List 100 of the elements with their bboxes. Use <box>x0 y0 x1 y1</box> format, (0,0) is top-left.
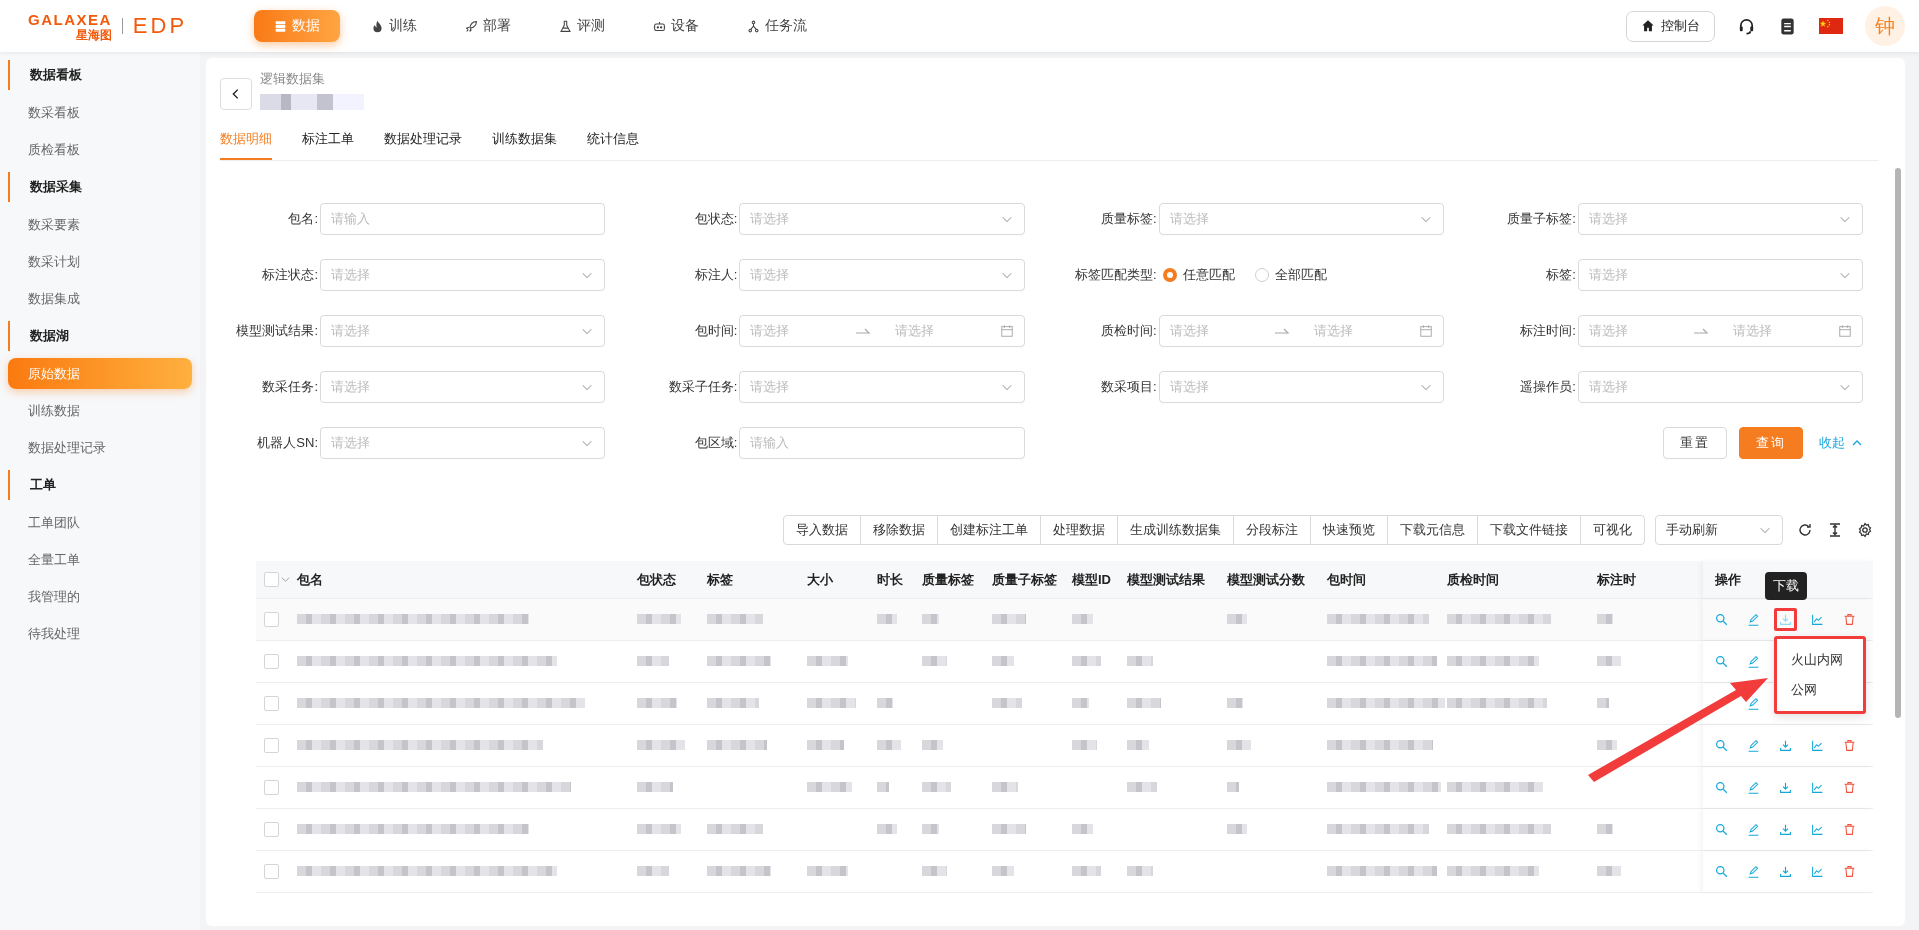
content-tab[interactable]: 统计信息 <box>587 122 639 160</box>
edit-icon[interactable] <box>1747 739 1760 752</box>
sidebar-item[interactable]: 工单团队 <box>8 507 192 538</box>
nav-tab[interactable]: 设备 <box>636 10 716 42</box>
row-checkbox[interactable] <box>264 822 279 837</box>
toolbar-button[interactable]: 快速预览 <box>1310 515 1388 545</box>
blurred-text <box>922 866 947 876</box>
back-button[interactable] <box>220 78 252 110</box>
rocket-icon <box>465 19 478 33</box>
download-icon[interactable] <box>1779 781 1792 794</box>
refresh-icon[interactable] <box>1797 522 1813 538</box>
sidebar-item[interactable]: 训练数据 <box>8 395 192 426</box>
trash-icon[interactable] <box>1843 865 1856 878</box>
toolbar-button[interactable]: 处理数据 <box>1040 515 1118 545</box>
scrollbar[interactable] <box>1895 168 1901 718</box>
search-icon[interactable] <box>1715 613 1728 626</box>
blurred-text <box>992 866 1014 876</box>
column-header: 大小 <box>806 570 834 589</box>
column-header: 标注时 <box>1596 570 1637 589</box>
filter-label: 模型测试结果: <box>235 322 318 340</box>
blurred-text <box>1597 698 1609 708</box>
trash-icon[interactable] <box>1843 613 1856 626</box>
sidebar-item[interactable]: 数据集成 <box>8 283 192 314</box>
sidebar-item[interactable]: 数据处理记录 <box>8 432 192 463</box>
row-checkbox[interactable] <box>264 738 279 753</box>
row-checkbox[interactable] <box>264 654 279 669</box>
edit-icon[interactable] <box>1747 781 1760 794</box>
content-tab[interactable]: 标注工单 <box>302 122 354 160</box>
toolbar-button[interactable]: 下载元信息 <box>1387 515 1478 545</box>
line-chart-icon[interactable] <box>1811 613 1824 626</box>
blurred-text <box>1227 782 1239 792</box>
edit-icon[interactable] <box>1747 655 1760 668</box>
sidebar-item[interactable]: 数采计划 <box>8 246 192 277</box>
sidebar-item[interactable]: 质检看板 <box>8 134 192 165</box>
row-checkbox[interactable] <box>264 696 279 711</box>
blurred-text <box>877 740 901 750</box>
download-icon[interactable] <box>1779 739 1792 752</box>
trash-icon[interactable] <box>1843 823 1856 836</box>
blurred-text <box>637 824 681 834</box>
trash-icon[interactable] <box>1843 781 1856 794</box>
toolbar-button[interactable]: 生成训练数据集 <box>1117 515 1234 545</box>
search-icon[interactable] <box>1715 655 1728 668</box>
toolbar-button[interactable]: 可视化 <box>1580 515 1645 545</box>
search-icon[interactable] <box>1715 739 1728 752</box>
line-chart-icon[interactable] <box>1811 781 1824 794</box>
sidebar-item[interactable]: 待我处理 <box>8 618 192 649</box>
tooltip: 下载 <box>1764 572 1807 600</box>
row-height-icon[interactable] <box>1827 522 1843 538</box>
filter-label: 标注人: <box>693 266 738 284</box>
line-chart-icon[interactable] <box>1811 739 1824 752</box>
download-icon[interactable] <box>1779 613 1792 626</box>
blurred-text <box>807 782 852 792</box>
nav-tab[interactable]: 任务流 <box>730 10 824 42</box>
download-icon[interactable] <box>1779 823 1792 836</box>
nav-tab[interactable]: 评测 <box>542 10 622 42</box>
row-checkbox[interactable] <box>264 864 279 879</box>
toolbar-button[interactable]: 移除数据 <box>860 515 938 545</box>
toolbar-button[interactable]: 创建标注工单 <box>937 515 1041 545</box>
edit-icon[interactable] <box>1747 613 1760 626</box>
filter-label: 遥操作员: <box>1519 378 1576 396</box>
blurred-text <box>992 782 1018 792</box>
book-icon[interactable] <box>1778 16 1797 36</box>
sidebar-item[interactable]: 全量工单 <box>8 544 192 575</box>
radio-option[interactable]: 任意匹配 <box>1162 266 1235 284</box>
line-chart-icon[interactable] <box>1811 865 1824 878</box>
search-icon[interactable] <box>1715 781 1728 794</box>
console-button[interactable]: 控制台 <box>1626 10 1715 42</box>
edit-icon[interactable] <box>1747 823 1760 836</box>
nav-tab[interactable]: 训练 <box>354 10 434 42</box>
flag-icon[interactable] <box>1819 18 1843 34</box>
sidebar-item[interactable]: 数采要素 <box>8 209 192 240</box>
toolbar-button[interactable]: 下载文件链接 <box>1477 515 1581 545</box>
toolbar-button[interactable]: 分段标注 <box>1233 515 1311 545</box>
download-icon[interactable] <box>1779 865 1792 878</box>
edit-icon[interactable] <box>1747 697 1760 710</box>
nav-tab[interactable]: 部署 <box>448 10 528 42</box>
refresh-select[interactable]: 手动刷新 <box>1655 515 1783 545</box>
sidebar-item[interactable]: 数采看板 <box>8 97 192 128</box>
reset-button[interactable]: 重置 <box>1663 427 1727 459</box>
filter-label: 标签匹配类型: <box>1073 266 1157 284</box>
select-all-checkbox[interactable] <box>264 572 279 587</box>
database-icon <box>274 19 287 33</box>
radio-option[interactable]: 全部匹配 <box>1254 266 1327 284</box>
content-tab[interactable]: 数据处理记录 <box>384 122 462 160</box>
line-chart-icon[interactable] <box>1811 823 1824 836</box>
trash-icon[interactable] <box>1843 739 1856 752</box>
search-icon[interactable] <box>1715 823 1728 836</box>
chevron-down-icon[interactable] <box>281 575 290 584</box>
row-checkbox[interactable] <box>264 612 279 627</box>
sidebar-item[interactable]: 我管理的 <box>8 581 192 612</box>
menu-item[interactable]: 火山内网 <box>1777 645 1863 675</box>
edit-icon[interactable] <box>1747 865 1760 878</box>
toolbar-button[interactable]: 导入数据 <box>783 515 861 545</box>
row-checkbox[interactable] <box>264 780 279 795</box>
content-tab[interactable]: 训练数据集 <box>492 122 557 160</box>
blurred-text <box>1072 614 1093 624</box>
headset-icon[interactable] <box>1737 16 1756 36</box>
settings-icon[interactable] <box>1857 522 1873 538</box>
search-icon[interactable] <box>1715 865 1728 878</box>
menu-item[interactable]: 公网 <box>1777 675 1863 705</box>
